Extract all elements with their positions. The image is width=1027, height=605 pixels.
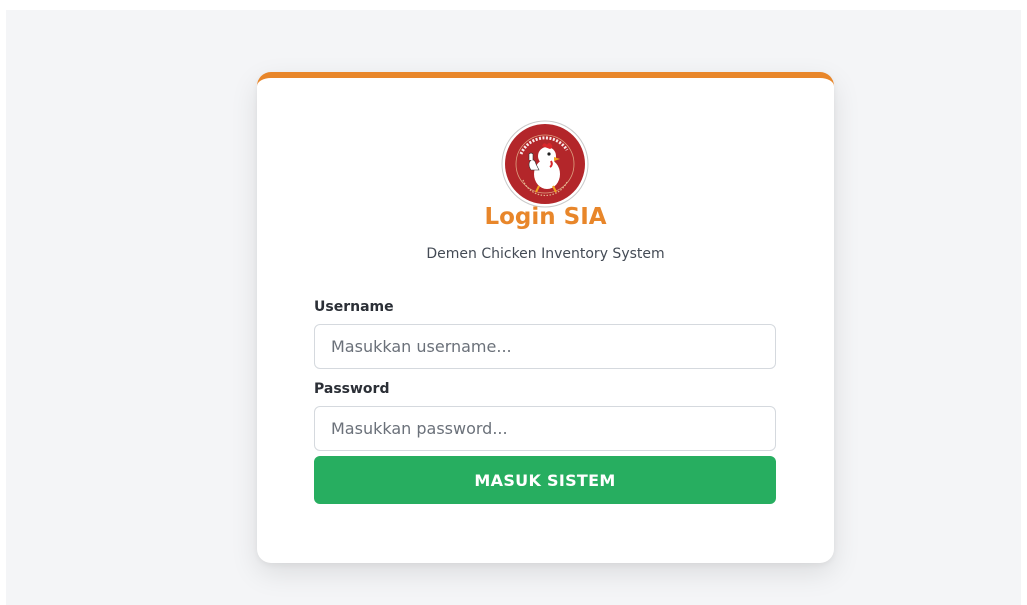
login-card: Login SIA Demen Chicken Inventory System… [257, 72, 834, 563]
demen-chicken-logo [501, 120, 589, 208]
login-subtitle: Demen Chicken Inventory System [426, 246, 665, 262]
username-input[interactable] [314, 324, 776, 369]
page-background: Login SIA Demen Chicken Inventory System… [6, 10, 1021, 605]
login-title: Login SIA [484, 204, 607, 230]
login-submit-button[interactable]: MASUK SISTEM [314, 456, 776, 504]
username-label: Username [314, 299, 394, 315]
password-input[interactable] [314, 406, 776, 451]
password-label: Password [314, 381, 390, 397]
